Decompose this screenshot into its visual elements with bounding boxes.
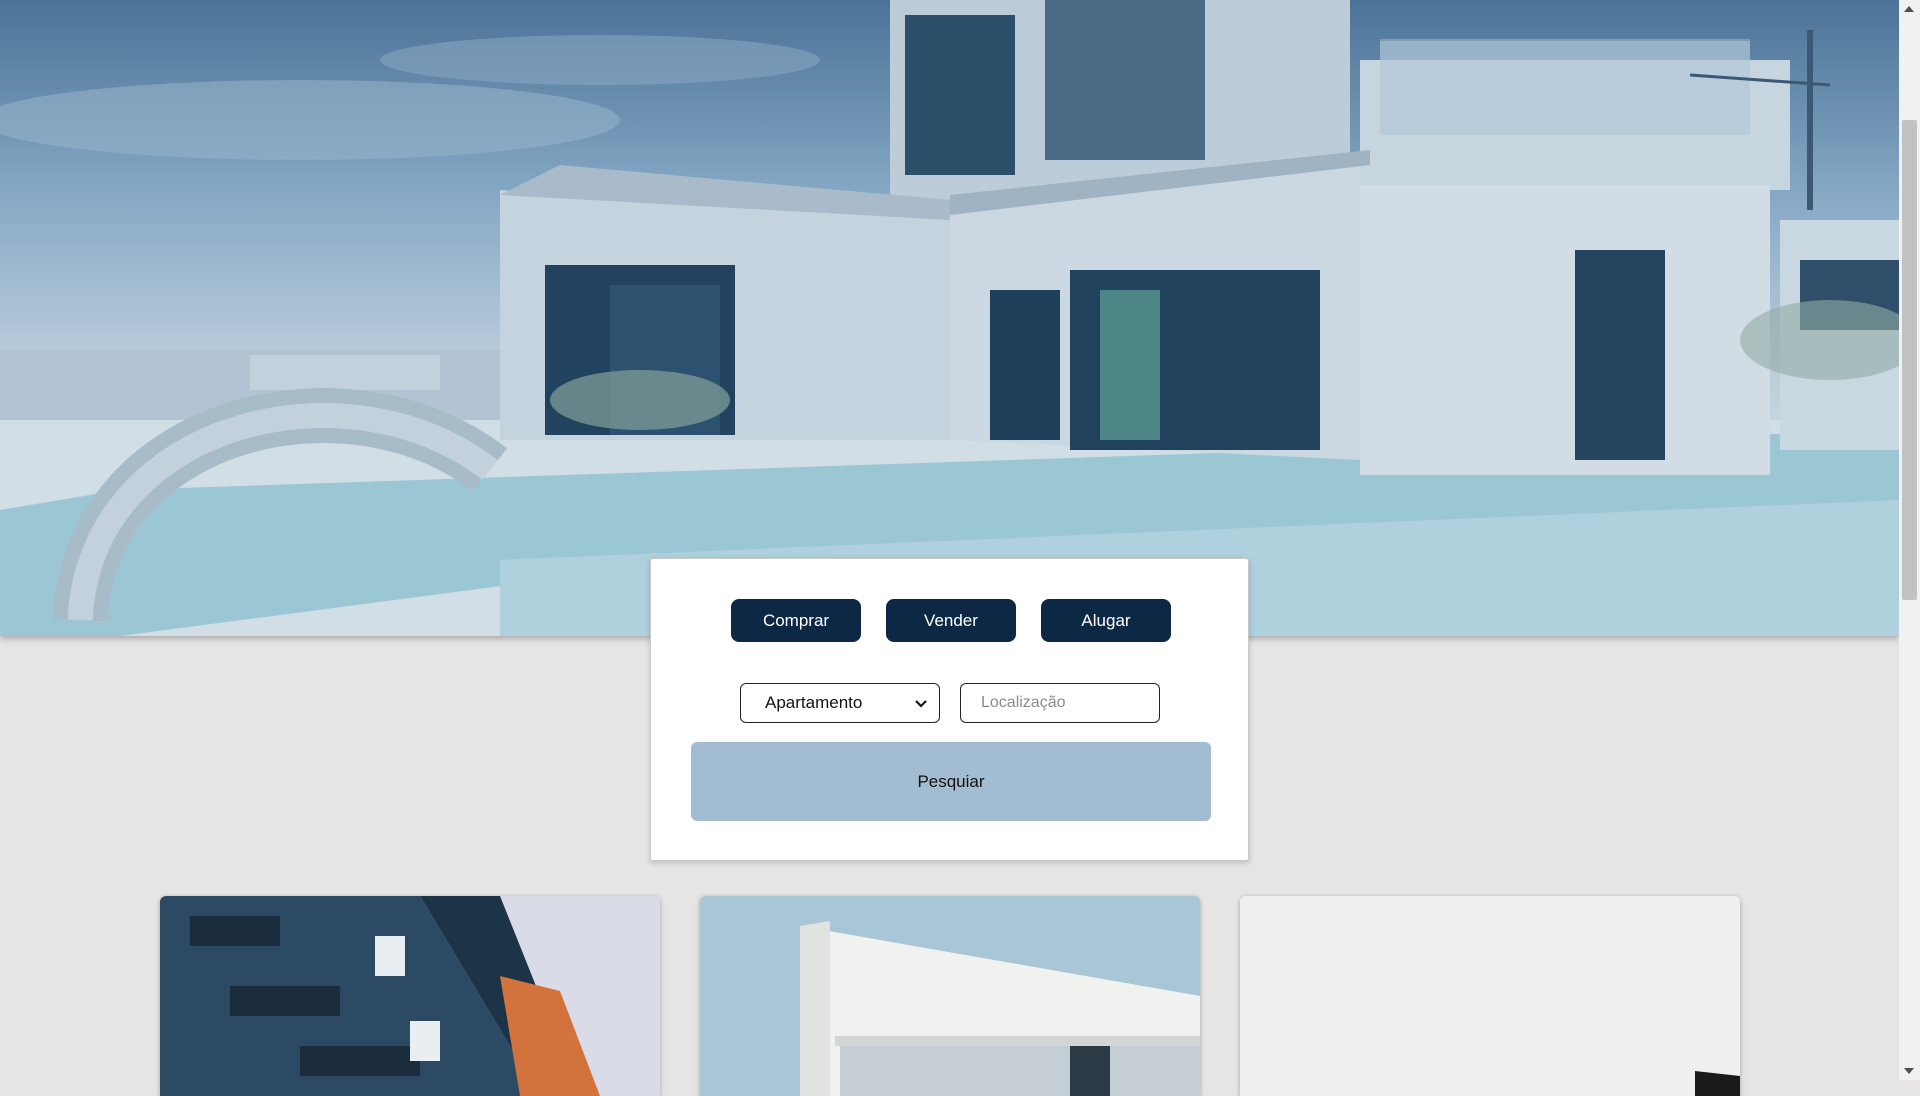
listing-card[interactable] [1240,896,1740,1096]
hero-villa-image [0,0,1899,636]
search-card: Comprar Vender Alugar Apartamento Pesqui… [650,558,1249,861]
listing-image [160,896,660,1096]
property-type-select[interactable]: Apartamento [740,683,940,723]
tab-vender[interactable]: Vender [886,599,1016,642]
tab-alugar[interactable]: Alugar [1041,599,1171,642]
property-type-value: Apartamento [765,693,863,712]
listing-card[interactable] [160,896,660,1096]
listing-card[interactable] [700,896,1200,1096]
scrollbar-thumb[interactable] [1902,120,1917,600]
listing-image [700,896,1200,1096]
page-scrollbar[interactable] [1899,0,1920,1080]
location-input[interactable] [960,683,1160,723]
search-tabs: Comprar Vender Alugar [731,599,1171,642]
scroll-up-arrow-icon[interactable] [1904,6,1914,12]
scroll-down-arrow-icon[interactable] [1904,1068,1914,1074]
tab-comprar[interactable]: Comprar [731,599,861,642]
listing-image [1240,896,1740,1096]
search-button[interactable]: Pesquiar [691,742,1211,821]
chevron-down-icon [915,700,927,708]
hero-banner [0,0,1899,636]
